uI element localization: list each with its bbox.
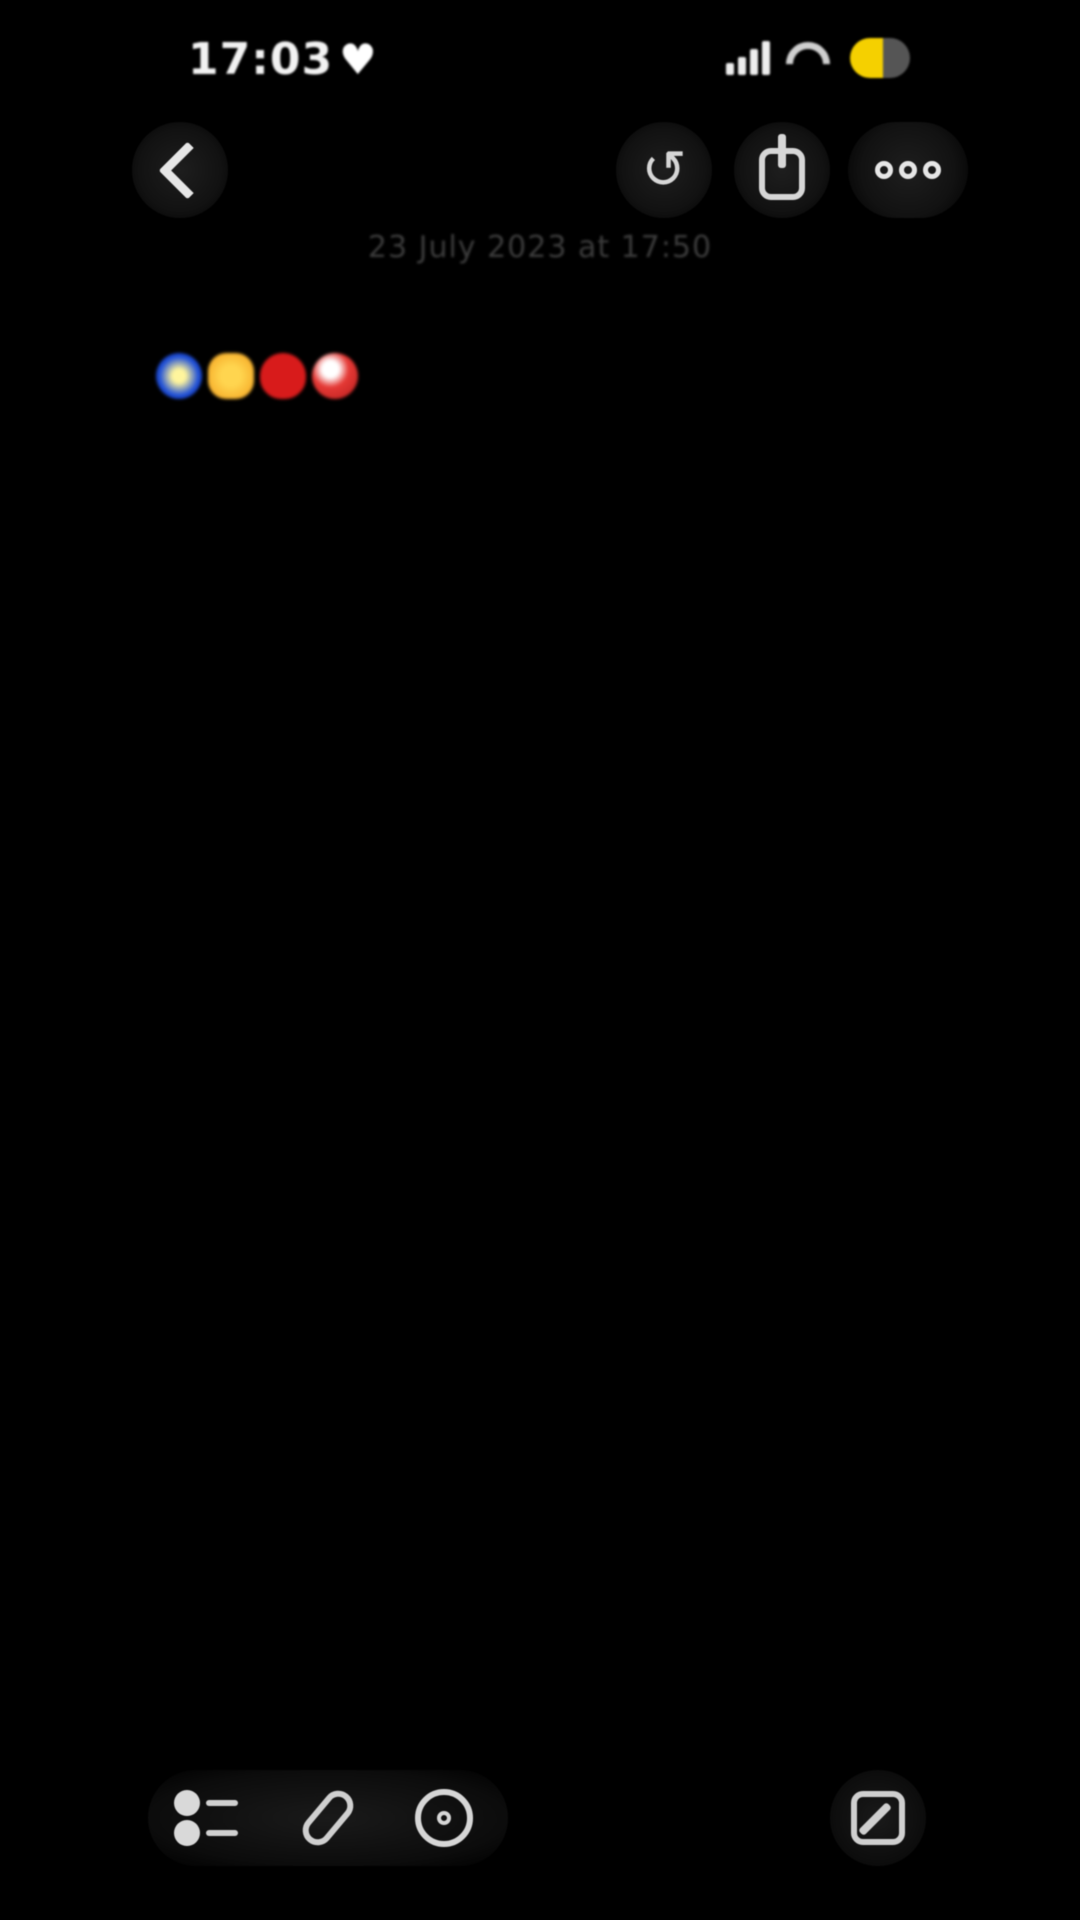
heart-emoji-icon — [312, 353, 358, 400]
checklist-button[interactable] — [172, 1784, 240, 1852]
compose-button[interactable] — [830, 1770, 926, 1866]
status-bar: 17:03 ♥ — [0, 0, 1080, 120]
format-tools-group — [148, 1770, 508, 1866]
attach-button[interactable] — [294, 1784, 362, 1852]
emoji-icon — [260, 353, 306, 400]
heart-icon: ♥ — [339, 35, 378, 84]
wifi-icon — [784, 40, 836, 76]
back-button[interactable] — [132, 122, 228, 218]
checklist-icon — [174, 1790, 238, 1846]
status-time-text: 17:03 — [188, 34, 334, 85]
note-line-last — [148, 346, 938, 404]
pen-icon — [415, 1789, 473, 1847]
undo-icon: ↺ — [641, 138, 687, 201]
note-toolbar: ↺ — [0, 120, 1080, 220]
cellular-signal-icon — [726, 41, 770, 75]
chevron-left-icon — [158, 141, 216, 199]
status-time: 17:03 ♥ — [188, 34, 378, 85]
bottom-toolbar — [0, 1770, 1080, 1870]
emoji-icon — [208, 353, 254, 400]
emoji-icon — [156, 353, 202, 400]
more-button[interactable] — [848, 122, 968, 218]
note-date: 23 July 2023 at 17:50 — [367, 230, 713, 265]
ellipsis-icon — [875, 161, 941, 179]
status-indicators — [726, 38, 910, 78]
battery-icon — [850, 38, 910, 78]
share-button[interactable] — [734, 122, 830, 218]
undo-button[interactable]: ↺ — [616, 122, 712, 218]
markup-button[interactable] — [410, 1784, 478, 1852]
share-icon — [759, 134, 805, 200]
emoji-group — [156, 353, 358, 400]
paperclip-icon — [296, 1784, 360, 1852]
note-body[interactable] — [148, 288, 938, 403]
compose-icon — [851, 1791, 905, 1845]
